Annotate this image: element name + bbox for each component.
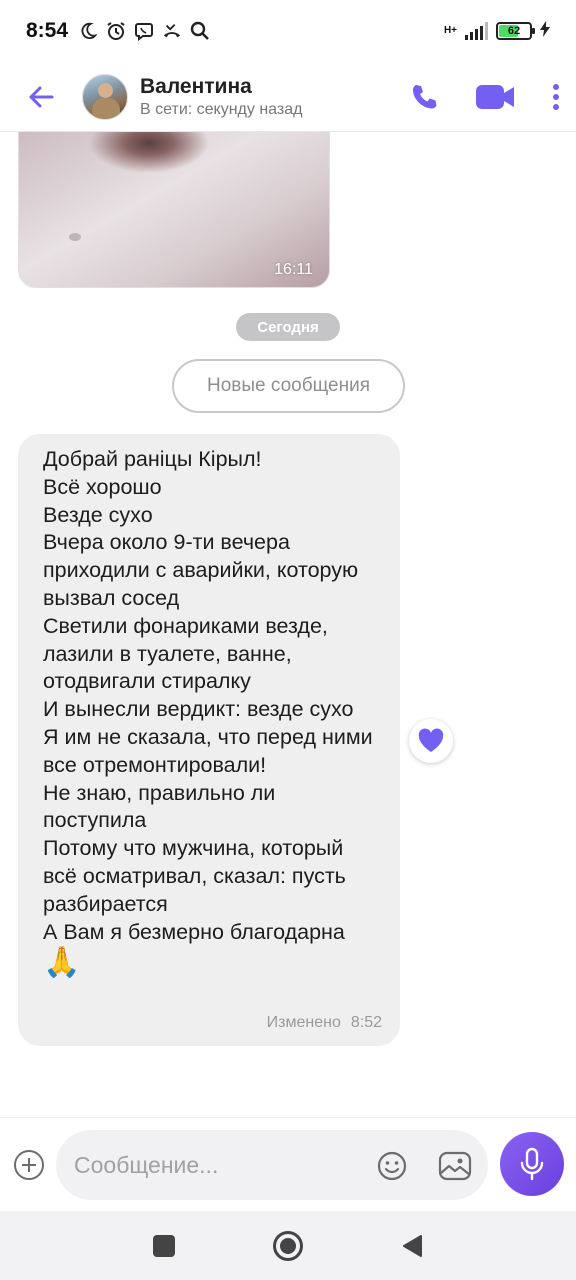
more-vertical-icon (553, 83, 559, 110)
viber-chat-screen: 8:54 H+ 62 Валентина В сети: секунду наз… (0, 0, 576, 1280)
alarm-icon (106, 21, 126, 41)
battery-icon: 62 (496, 22, 535, 40)
back-nav-button[interactable] (350, 1211, 474, 1280)
contact-info[interactable]: Валентина В сети: секунду назад (140, 74, 302, 120)
header-actions (394, 62, 576, 132)
home-button[interactable] (226, 1211, 350, 1280)
battery-level: 62 (507, 25, 521, 37)
avatar[interactable] (82, 73, 128, 120)
recents-icon (153, 1234, 175, 1257)
arrow-left-icon (29, 86, 54, 107)
voice-message-button[interactable] (500, 1132, 564, 1196)
back-button[interactable] (0, 62, 82, 132)
chat-header: Валентина В сети: секунду назад (0, 62, 576, 132)
message-input[interactable] (74, 1151, 364, 1179)
edited-label: Изменено (266, 1014, 341, 1031)
gallery-button[interactable] (438, 1150, 472, 1182)
message-time: 8:52 (350, 1014, 382, 1031)
recents-button[interactable] (102, 1211, 226, 1280)
search-icon (190, 21, 210, 41)
back-triangle-icon (403, 1234, 422, 1257)
message-text: Добрай раніцы Кірыл! Всё хорошо Везде су… (43, 447, 373, 944)
more-options-button[interactable] (536, 62, 576, 132)
reaction-button[interactable] (409, 719, 453, 763)
date-badge: Сегодня (236, 313, 340, 341)
video-camera-icon (476, 84, 514, 109)
network-type-label: H+ (443, 25, 457, 36)
contact-name: Валентина (140, 74, 252, 98)
message-composer (0, 1117, 576, 1211)
emoji-button[interactable] (376, 1150, 408, 1182)
notification-icons (78, 21, 210, 41)
photo-message-time: 16:11 (274, 261, 313, 278)
message-input-container (56, 1130, 488, 1200)
phone-icon (413, 84, 437, 108)
home-icon (273, 1230, 303, 1261)
status-indicators: H+ 62 (444, 20, 550, 43)
microphone-icon (520, 1147, 544, 1181)
missed-call-icon (162, 21, 182, 41)
image-gallery-icon (438, 1151, 472, 1181)
message-list[interactable]: 16:11 Сегодня Новые сообщения Добрай ран… (0, 132, 576, 1117)
viber-icon (134, 21, 154, 41)
folded-hands-emoji: 🙏 (43, 946, 81, 980)
incoming-message-bubble[interactable]: Добрай раніцы Кірыл! Всё хорошо Везде су… (18, 434, 400, 1046)
contact-status: В сети: секунду назад (140, 100, 303, 118)
system-navigation-bar (0, 1211, 576, 1280)
moon-icon (78, 21, 98, 41)
call-button[interactable] (394, 62, 454, 132)
photo-message[interactable]: 16:11 (18, 132, 330, 288)
charging-icon (540, 20, 550, 43)
attach-plus-button[interactable] (14, 1150, 44, 1180)
status-time: 8:54 (26, 19, 69, 42)
plus-icon (22, 1158, 36, 1172)
video-call-button[interactable] (454, 62, 536, 132)
heart-icon (418, 728, 444, 752)
message-meta: Изменено 8:52 (267, 1014, 382, 1032)
photo-content (69, 233, 81, 241)
smiley-icon (377, 1151, 407, 1181)
status-bar: 8:54 H+ 62 (0, 0, 576, 62)
new-messages-divider: Новые сообщения (172, 359, 405, 413)
signal-icon (465, 22, 488, 40)
